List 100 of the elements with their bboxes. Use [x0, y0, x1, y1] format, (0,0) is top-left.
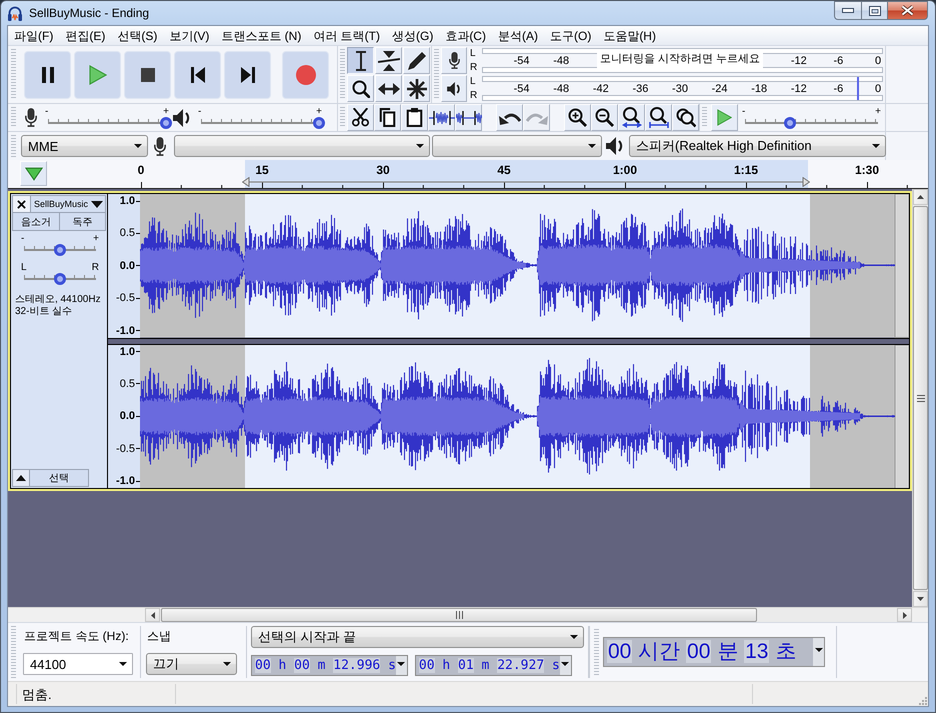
- slider-thumb[interactable]: [54, 273, 66, 285]
- skip-to-end-icon: [240, 66, 254, 82]
- cut-button[interactable]: [347, 104, 374, 131]
- fit-project-button[interactable]: [645, 104, 672, 131]
- menu-item[interactable]: 선택(S): [111, 26, 164, 44]
- grip-icon: [456, 611, 462, 619]
- scrollbar-thumb[interactable]: [161, 608, 757, 622]
- slider-thumb[interactable]: [784, 116, 796, 128]
- slider-thumb[interactable]: [160, 116, 172, 128]
- menu-item[interactable]: 도움말(H): [597, 26, 662, 44]
- skip-to-start-icon: [190, 66, 204, 82]
- stop-button[interactable]: [124, 50, 171, 98]
- time-label: 15: [255, 163, 269, 177]
- project-rate-combo[interactable]: 44100: [23, 653, 133, 675]
- meter-scale-label: -42: [592, 82, 609, 94]
- scroll-left-button[interactable]: [145, 608, 160, 622]
- draw-tool-button[interactable]: [403, 47, 430, 74]
- meter-scale-label: 0: [874, 82, 882, 94]
- mute-button[interactable]: 음소거: [12, 213, 60, 231]
- close-button[interactable]: [887, 1, 928, 20]
- meter-scale-label: -48: [553, 54, 570, 66]
- slider-thumb[interactable]: [313, 116, 325, 128]
- menu-item[interactable]: 여러 트랙(T): [307, 26, 386, 44]
- select-button[interactable]: 선택: [30, 469, 89, 487]
- trim-button[interactable]: [428, 104, 455, 131]
- zoom-in-button[interactable]: [564, 104, 591, 131]
- selection-end-time[interactable]: 00 h 01 m 22.927 s: [414, 655, 572, 676]
- collapse-button[interactable]: [12, 469, 30, 487]
- dropdown-arrow-icon: [561, 662, 570, 666]
- zoom-tool-button[interactable]: [347, 75, 374, 102]
- time-display[interactable]: 00 시간 00 분 13 초: [603, 637, 825, 667]
- scroll-down-button[interactable]: [913, 591, 928, 607]
- dropdown-arrow-icon: [397, 662, 406, 666]
- grip-icon: [916, 394, 924, 402]
- envelope-tool-button[interactable]: [375, 47, 402, 74]
- silence-icon: [456, 110, 482, 124]
- track-name-menu[interactable]: SellBuyMusic: [31, 195, 106, 213]
- slider-min-label: L: [21, 263, 27, 273]
- fit-selection-button[interactable]: [618, 104, 645, 131]
- record-button[interactable]: [282, 50, 329, 98]
- scroll-right-button[interactable]: [897, 608, 912, 622]
- multi-tool-button[interactable]: [403, 75, 430, 102]
- slider-max-label: +: [163, 106, 169, 116]
- solo-button[interactable]: 독주: [60, 213, 106, 231]
- zoom-out-button[interactable]: [591, 104, 618, 131]
- playback-meter-button[interactable]: [441, 75, 467, 102]
- selection-tool-button[interactable]: [347, 47, 374, 74]
- undo-button[interactable]: [496, 104, 523, 131]
- skip-to-end-button[interactable]: [224, 50, 271, 98]
- copy-icon: [379, 108, 396, 127]
- playback-device-dropdown[interactable]: 스피커(Realtek High Definition: [629, 135, 886, 157]
- menu-item[interactable]: 효과(C): [439, 26, 492, 44]
- down-arrow-icon: [917, 597, 924, 601]
- menu-item[interactable]: 보기(V): [163, 26, 216, 44]
- menu-item[interactable]: 분석(A): [492, 26, 544, 44]
- menu-item[interactable]: 도구(O): [544, 26, 598, 44]
- trim-icon: [428, 110, 454, 124]
- minimize-icon: [842, 8, 854, 13]
- microphone-icon: [154, 136, 166, 156]
- recording-meter-button[interactable]: [441, 47, 467, 74]
- snap-label: 스냅: [146, 628, 172, 645]
- right-arrow-icon: [902, 612, 906, 618]
- quick-play-button[interactable]: [20, 161, 47, 186]
- double-arrow-icon: [378, 82, 400, 94]
- selection-mode-dropdown[interactable]: 선택의 시작과 끝: [251, 626, 584, 648]
- copy-button[interactable]: [374, 104, 401, 131]
- scroll-up-button[interactable]: [913, 189, 928, 205]
- zoom-toggle-button[interactable]: [672, 104, 699, 131]
- amplitude-label: 1.0: [120, 346, 140, 358]
- selection-range-arrow[interactable]: [242, 177, 810, 187]
- pause-button[interactable]: [24, 50, 71, 98]
- selection-start-time[interactable]: 00 h 00 m 12.996 s: [251, 655, 408, 676]
- meter-scale-label: -30: [672, 82, 688, 94]
- up-arrow-icon: [917, 195, 924, 199]
- waveform-drawing[interactable]: [140, 344, 909, 488]
- play-at-speed-button[interactable]: [711, 104, 738, 131]
- silence-button[interactable]: [455, 104, 482, 131]
- audio-host-dropdown[interactable]: MME: [21, 135, 148, 157]
- minimize-button[interactable]: [834, 1, 861, 20]
- maximize-button[interactable]: [861, 1, 887, 20]
- envelope-icon: [378, 50, 400, 70]
- skip-to-start-button[interactable]: [174, 50, 221, 98]
- redo-icon: [526, 110, 548, 124]
- dropdown-arrow-icon: [570, 635, 578, 639]
- menu-item[interactable]: 생성(G): [386, 26, 440, 44]
- slider-min-label: -: [742, 106, 746, 116]
- slider-min-label: -: [21, 234, 24, 244]
- time-shift-tool-button[interactable]: [375, 75, 402, 102]
- waveform-drawing[interactable]: [140, 194, 909, 338]
- menu-item[interactable]: 편집(E): [59, 26, 112, 44]
- meter-scale-label: -24: [712, 82, 728, 94]
- snap-dropdown[interactable]: 끄기: [146, 653, 237, 675]
- speaker-icon: [446, 82, 462, 96]
- play-icon: [717, 109, 732, 126]
- menu-item[interactable]: 트랜스포트 (N): [215, 26, 308, 44]
- meter-scale-label: -36: [632, 82, 648, 94]
- menu-item[interactable]: 파일(F): [8, 26, 60, 44]
- pause-icon: [42, 66, 54, 82]
- slider-thumb[interactable]: [54, 244, 66, 256]
- paste-button[interactable]: [401, 104, 428, 131]
